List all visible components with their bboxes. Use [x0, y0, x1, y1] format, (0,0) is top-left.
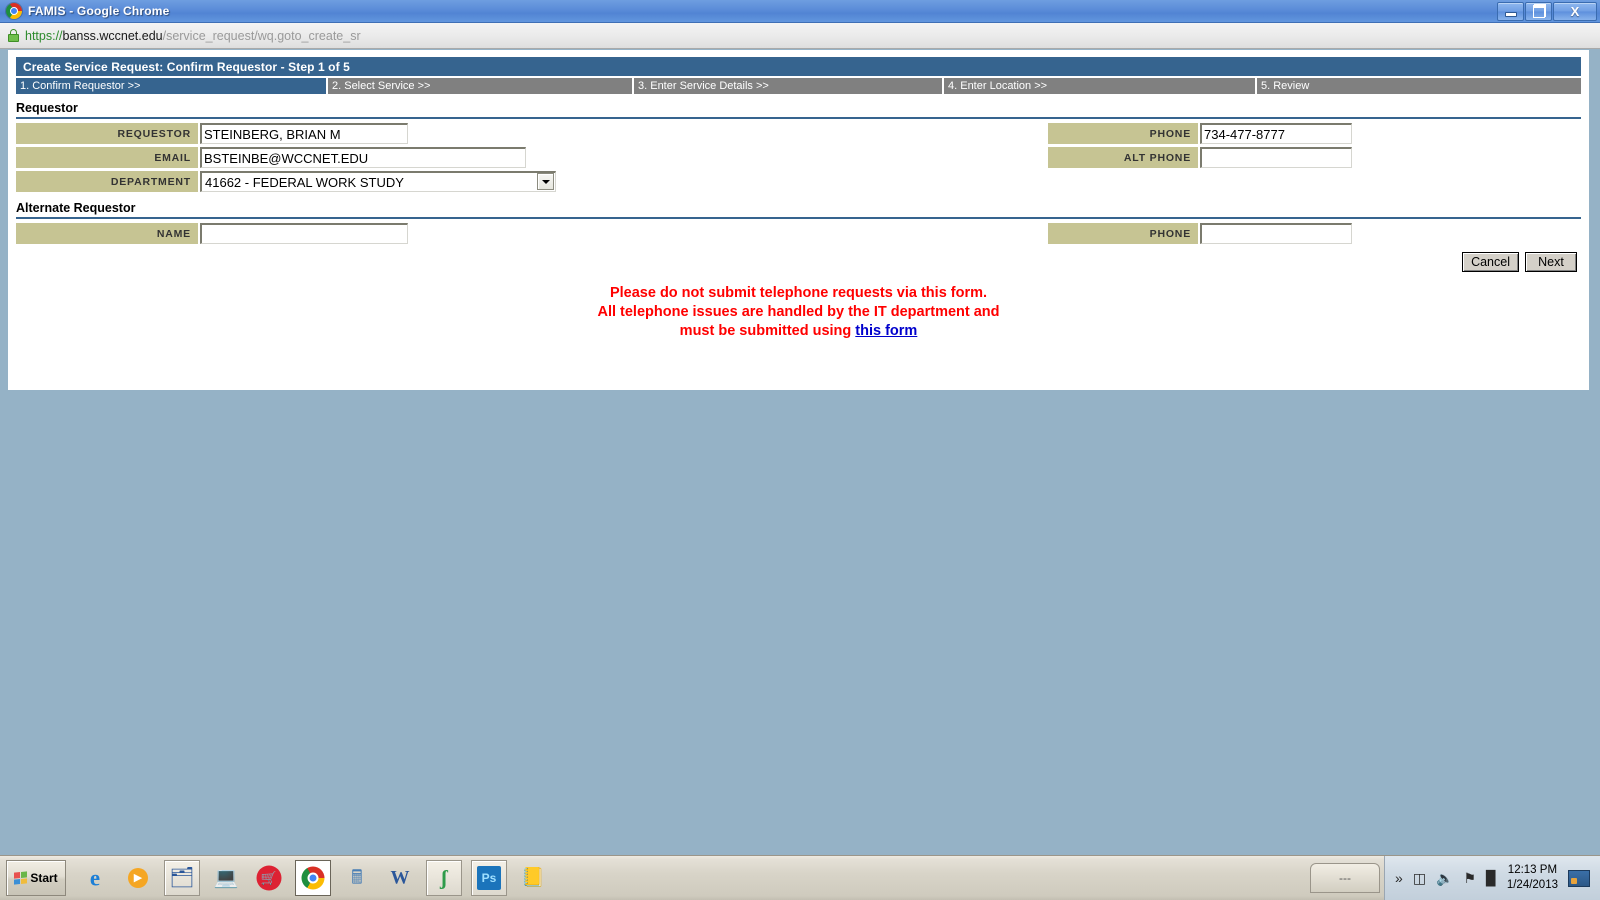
- requestor-section-title: Requestor: [16, 101, 1581, 119]
- alt-requestor-phone-input[interactable]: [1200, 223, 1352, 244]
- system-tray: --- » ◫ 🔈 ⚑ ▉ 12:13 PM 1/24/2013: [1310, 856, 1600, 900]
- windows-media-player-icon[interactable]: ▶: [121, 861, 155, 895]
- phone-field-label: PHONE: [1048, 123, 1198, 144]
- phone-input[interactable]: [1200, 123, 1352, 144]
- step-5-review[interactable]: 5. Review: [1257, 78, 1581, 94]
- window-controls: X: [1497, 2, 1597, 21]
- file-explorer-icon[interactable]: 🗂: [164, 860, 200, 896]
- volume-icon[interactable]: 🔈: [1436, 871, 1453, 885]
- phone-row: PHONE: [1048, 123, 1352, 144]
- show-desktop-icon[interactable]: [1568, 869, 1590, 887]
- famis-page: Create Service Request: Confirm Requesto…: [8, 50, 1589, 390]
- show-hidden-icons-icon[interactable]: »: [1395, 871, 1403, 885]
- clock-date: 1/24/2013: [1506, 879, 1558, 891]
- step-4-enter-location[interactable]: 4. Enter Location >>: [944, 78, 1257, 94]
- snagit-icon[interactable]: ʃ: [426, 860, 462, 896]
- alt-name-field-label: NAME: [16, 223, 198, 244]
- alternate-phone-group: PHONE: [1048, 223, 1352, 247]
- calculator-icon[interactable]: 🖩: [340, 861, 374, 895]
- padlock-icon: [8, 29, 19, 42]
- requestor-form: REQUESTOR EMAIL DEPARTMENT 41662 - FEDER…: [16, 123, 1581, 192]
- shopping-cart-icon[interactable]: 🛒: [252, 861, 286, 895]
- quick-launch-bar: e ▶ 🗂 💻 🛒 🖩 W ʃ Ps 📒: [78, 860, 550, 896]
- battery-icon[interactable]: ◫: [1413, 871, 1426, 885]
- warning-line-3: must be submitted using this form: [8, 322, 1589, 341]
- page-viewport: Create Service Request: Confirm Requesto…: [0, 50, 1600, 398]
- warning-line-1: Please do not submit telephone requests …: [609, 285, 988, 301]
- microsoft-word-icon[interactable]: W: [383, 861, 417, 895]
- notebook-icon[interactable]: 📒: [516, 861, 550, 895]
- maximize-button[interactable]: [1525, 2, 1552, 21]
- internet-explorer-icon[interactable]: e: [78, 861, 112, 895]
- url-host: banss.wccnet.edu: [62, 28, 163, 43]
- clock-time: 12:13 PM: [1507, 864, 1558, 876]
- start-button[interactable]: Start: [6, 860, 66, 896]
- network-signal-icon[interactable]: ▉: [1486, 871, 1497, 885]
- alt-phone-input[interactable]: [1200, 147, 1352, 168]
- requestor-field-label: REQUESTOR: [16, 123, 198, 144]
- clock[interactable]: 12:13 PM 1/24/2013: [1507, 863, 1558, 893]
- minimize-button[interactable]: [1497, 2, 1524, 21]
- department-field-label: DEPARTMENT: [16, 171, 198, 192]
- start-button-label: Start: [30, 871, 58, 885]
- step-1-confirm-requestor[interactable]: 1. Confirm Requestor >>: [16, 78, 328, 94]
- url-text[interactable]: https://banss.wccnet.edu/service_request…: [25, 29, 361, 43]
- notification-area: » ◫ 🔈 ⚑ ▉ 12:13 PM 1/24/2013: [1384, 856, 1600, 900]
- language-bar[interactable]: ---: [1310, 863, 1381, 893]
- warning-line-2: All telephone issues are handled by the …: [597, 304, 1000, 320]
- step-3-enter-service-details[interactable]: 3. Enter Service Details >>: [634, 78, 944, 94]
- alt-phone-field-label: ALT PHONE: [1048, 147, 1198, 168]
- requestor-input[interactable]: [200, 123, 408, 144]
- chevron-down-icon[interactable]: [537, 173, 554, 190]
- photoshop-icon[interactable]: Ps: [471, 860, 507, 896]
- alt-requestor-phone-label: PHONE: [1048, 223, 1198, 244]
- close-button[interactable]: X: [1553, 2, 1597, 21]
- alternate-requestor-form: NAME PHONE: [16, 223, 1581, 244]
- department-select-value[interactable]: 41662 - FEDERAL WORK STUDY: [200, 171, 556, 192]
- department-select-wrapper[interactable]: 41662 - FEDERAL WORK STUDY: [200, 171, 556, 192]
- this-form-link[interactable]: this form: [855, 323, 917, 339]
- next-button[interactable]: Next: [1525, 252, 1577, 272]
- email-input[interactable]: [200, 147, 526, 168]
- flag-action-center-icon[interactable]: ⚑: [1463, 871, 1476, 885]
- alt-name-input[interactable]: [200, 223, 408, 244]
- windows-taskbar: Start e ▶ 🗂 💻 🛒 🖩 W ʃ Ps 📒 --- » ◫ 🔈 ⚑ ▉…: [0, 855, 1600, 900]
- requestor-phone-group: PHONE ALT PHONE: [1048, 123, 1352, 171]
- windows-flag-icon: [14, 871, 28, 885]
- alt-requestor-phone-row: PHONE: [1048, 223, 1352, 244]
- window-title-text: FAMIS - Google Chrome: [28, 4, 170, 18]
- department-row: DEPARTMENT 41662 - FEDERAL WORK STUDY: [16, 171, 1581, 192]
- warning-line-3-prefix: must be submitted using: [679, 323, 856, 339]
- step-navigation-bar: 1. Confirm Requestor >> 2. Select Servic…: [16, 78, 1581, 94]
- page-title: Create Service Request: Confirm Requesto…: [16, 57, 1581, 76]
- chrome-logo-icon: [6, 3, 22, 19]
- url-path: /service_request/wq.goto_create_sr: [162, 28, 361, 43]
- url-scheme: https://: [25, 28, 63, 43]
- browser-window: FAMIS - Google Chrome X https://banss.wc…: [0, 0, 1600, 398]
- address-bar[interactable]: https://banss.wccnet.edu/service_request…: [0, 23, 1600, 49]
- alt-phone-row: ALT PHONE: [1048, 147, 1352, 168]
- laptop-icon[interactable]: 💻: [209, 861, 243, 895]
- telephone-warning-message: Please do not submit telephone requests …: [8, 284, 1589, 341]
- email-field-label: EMAIL: [16, 147, 198, 168]
- alternate-requestor-section-title: Alternate Requestor: [16, 201, 1581, 219]
- window-title-bar: FAMIS - Google Chrome X: [0, 0, 1600, 23]
- form-actions: Cancel Next: [16, 252, 1577, 272]
- step-2-select-service[interactable]: 2. Select Service >>: [328, 78, 634, 94]
- cancel-button[interactable]: Cancel: [1462, 252, 1519, 272]
- google-chrome-icon[interactable]: [295, 860, 331, 896]
